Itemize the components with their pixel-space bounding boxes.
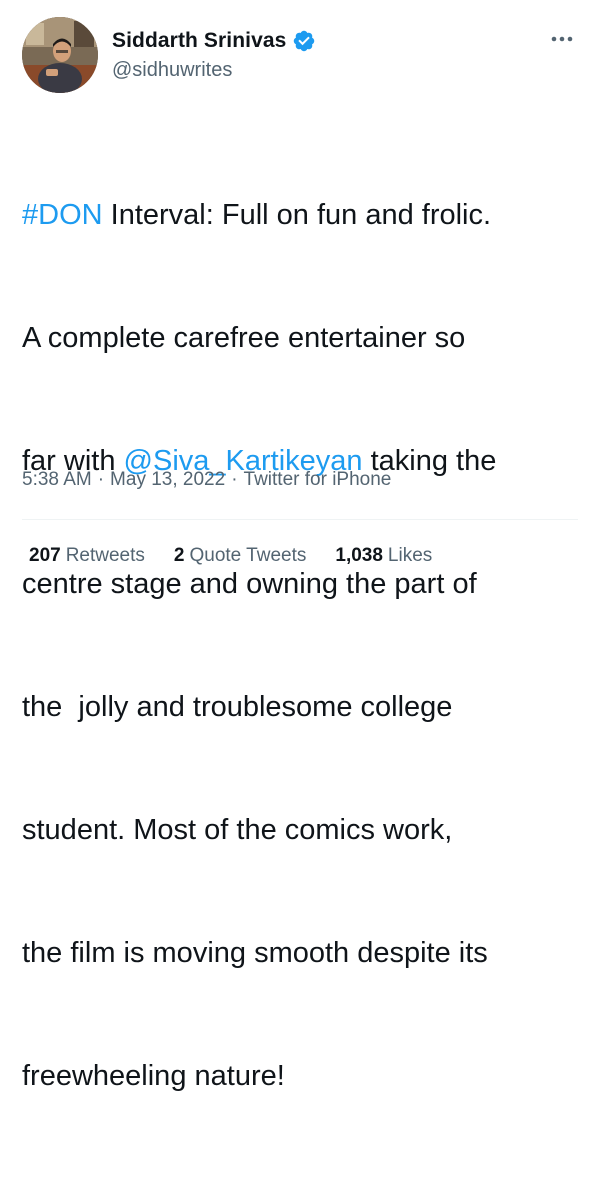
divider bbox=[22, 519, 578, 520]
tweet-date-link[interactable]: May 13, 2022 bbox=[110, 469, 225, 491]
author-handle[interactable]: @sidhuwrites bbox=[112, 59, 232, 82]
tweet-line-1: #DON Interval: Full on fun and frolic. bbox=[22, 195, 587, 236]
quote-tweets-count: 2 bbox=[173, 545, 185, 566]
retweets-stat-link[interactable]: 207 Retweets bbox=[29, 545, 145, 567]
tweet-stats: 207 Retweets 2 Quote Tweets 1,038 Likes bbox=[29, 545, 432, 567]
tweet-line-8: freewheeling nature! bbox=[22, 1060, 285, 1092]
tweet-time-link[interactable]: 5:38 AM bbox=[22, 469, 92, 491]
verified-badge-icon bbox=[292, 29, 316, 53]
more-options-button[interactable] bbox=[544, 24, 580, 54]
retweets-label: Retweets bbox=[65, 545, 145, 566]
tweet-line-2: A complete carefree entertainer so bbox=[22, 322, 466, 354]
tweet-line-5: the jolly and troublesome college bbox=[22, 691, 453, 723]
likes-label: Likes bbox=[387, 545, 433, 566]
likes-stat-link[interactable]: 1,038 Likes bbox=[335, 545, 432, 567]
tweet-line-6: student. Most of the comics work, bbox=[22, 814, 453, 846]
author-name-row: Siddarth Srinivas bbox=[112, 28, 316, 54]
tweet-line-1-text: Interval: Full on fun and frolic. bbox=[102, 199, 492, 231]
hashtag-link[interactable]: #DON bbox=[22, 199, 103, 231]
quote-tweets-label: Quote Tweets bbox=[189, 545, 307, 566]
tweet-line-4: centre stage and owning the part of bbox=[22, 568, 477, 600]
likes-count: 1,038 bbox=[335, 545, 383, 566]
retweets-count: 207 bbox=[29, 545, 61, 566]
tweet-source-link[interactable]: Twitter for iPhone bbox=[244, 469, 392, 491]
tweet-meta: 5:38 AM · May 13, 2022 · Twitter for iPh… bbox=[22, 469, 391, 491]
tweet-card: Siddarth Srinivas @sidhuwrites #DON Inte… bbox=[0, 0, 600, 1092]
meta-separator: · bbox=[97, 469, 105, 490]
tweet-line-7: the film is moving smooth despite its bbox=[22, 937, 488, 969]
avatar-photo-icon bbox=[22, 17, 98, 93]
author-display-name[interactable]: Siddarth Srinivas bbox=[112, 29, 286, 53]
avatar[interactable] bbox=[22, 17, 98, 93]
quote-tweets-stat-link[interactable]: 2 Quote Tweets bbox=[174, 545, 306, 567]
meta-separator: · bbox=[231, 469, 238, 490]
more-options-icon bbox=[551, 36, 573, 42]
tweet-text: #DON Interval: Full on fun and frolic. A… bbox=[22, 113, 587, 1179]
